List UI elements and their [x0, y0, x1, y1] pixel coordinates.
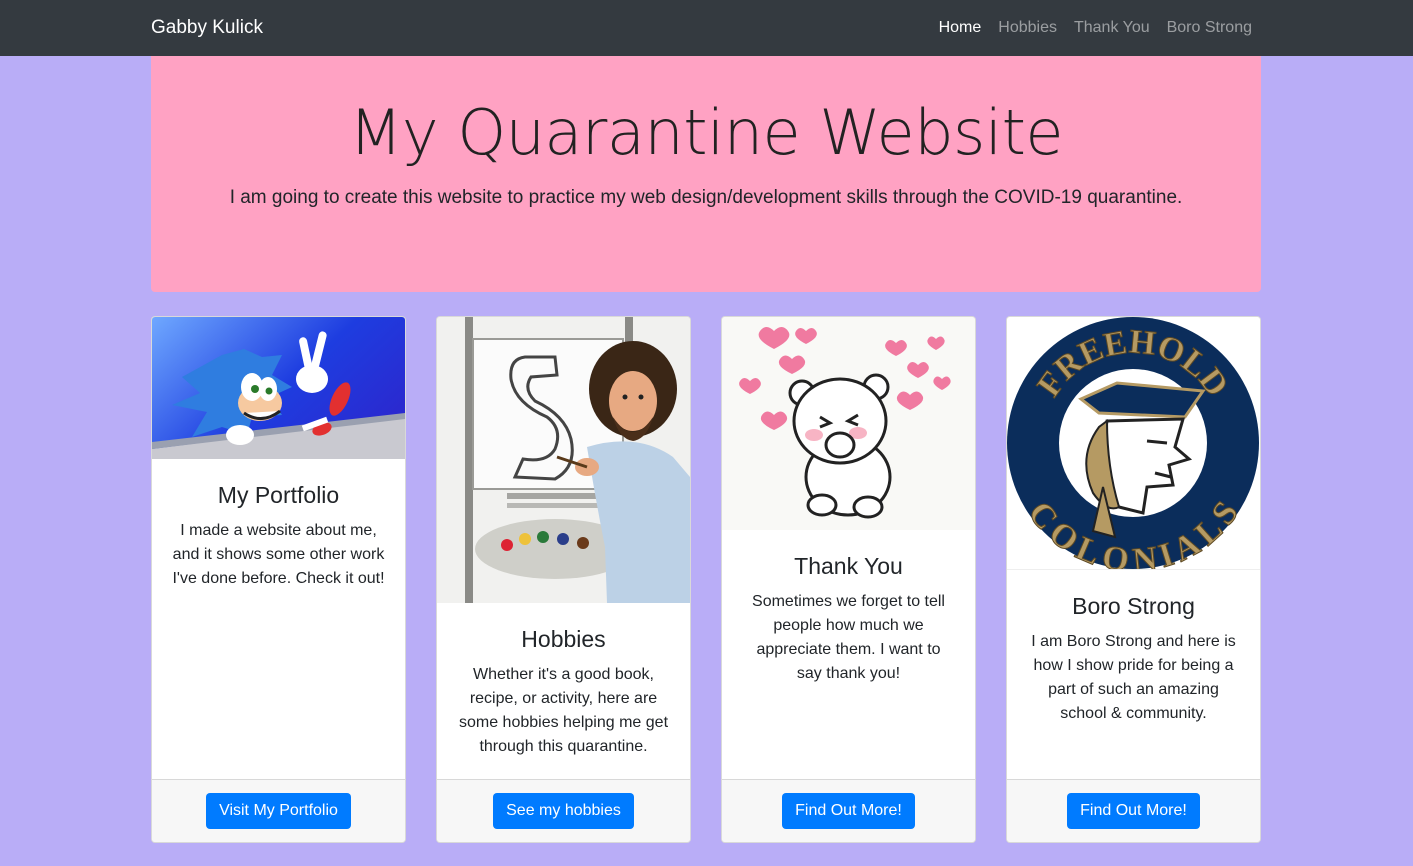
bear-hearts-image [722, 317, 975, 530]
card-portfolio: My Portfolio I made a website about me, … [151, 316, 406, 843]
brand-link[interactable]: Gabby Kulick [151, 16, 263, 40]
nav-link-thank-you[interactable]: Thank You [1074, 18, 1150, 38]
nav-link-boro-strong[interactable]: Boro Strong [1167, 18, 1252, 38]
find-out-more-boro-strong-button[interactable]: Find Out More! [1067, 793, 1200, 829]
nav-link-hobbies[interactable]: Hobbies [998, 18, 1057, 38]
page-title: My Quarantine Website [348, 96, 1064, 169]
card-title: Boro Strong [1072, 593, 1195, 619]
card-title: Hobbies [521, 626, 606, 652]
see-hobbies-button[interactable]: See my hobbies [493, 793, 634, 829]
card-footer: Find Out More! [722, 779, 975, 842]
card-text: Whether it's a good book, recipe, or act… [458, 666, 669, 755]
bob-ross-image [437, 317, 690, 603]
freehold-colonials-logo: FREEHOLD COLONIALS [1007, 317, 1260, 570]
card-title: My Portfolio [217, 482, 340, 508]
nav-link-home[interactable]: Home [939, 18, 982, 38]
card-text: I am Boro Strong and here is how I show … [1031, 633, 1236, 722]
sonic-image [152, 317, 405, 459]
lead-text: I am going to create this website to pra… [229, 187, 1183, 208]
card-title: Thank You [794, 553, 903, 579]
navbar: Gabby Kulick Home Hobbies Thank You Boro… [0, 0, 1413, 56]
visit-portfolio-button[interactable]: Visit My Portfolio [206, 793, 351, 829]
card-footer: Visit My Portfolio [152, 779, 405, 842]
card-text: Sometimes we forget to tell people how m… [752, 593, 945, 682]
card-thank-you: Thank You Sometimes we forget to tell pe… [721, 316, 976, 843]
nav-links: Home Hobbies Thank You Boro Strong [939, 18, 1252, 38]
card-footer: See my hobbies [437, 779, 690, 842]
card-footer: Find Out More! [1007, 779, 1260, 842]
find-out-more-thank-you-button[interactable]: Find Out More! [782, 793, 915, 829]
jumbotron: My Quarantine Website I am going to crea… [151, 56, 1261, 292]
card-hobbies: Hobbies Whether it's a good book, recipe… [436, 316, 691, 843]
card-text: I made a website about me, and it shows … [172, 522, 385, 587]
card-boro-strong: FREEHOLD COLONIALS Boro Strong I am Boro… [1006, 316, 1261, 843]
